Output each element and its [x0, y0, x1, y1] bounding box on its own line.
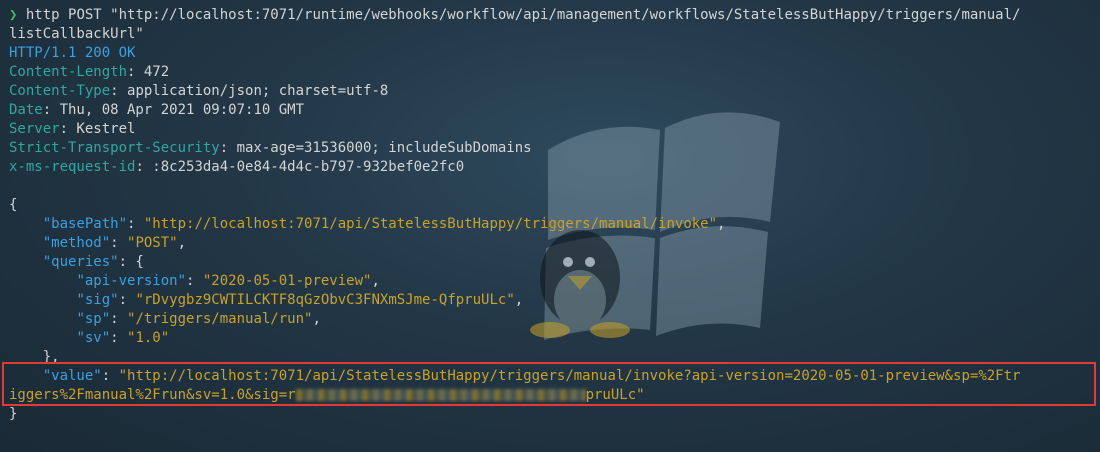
- status-line: HTTP/1.1 200 OK: [9, 44, 135, 63]
- command-line: ❯ http POST "http://localhost:7071/runti…: [9, 6, 1020, 25]
- json-value-api-version: "2020-05-01-preview": [202, 273, 372, 289]
- header-line: x-ms-request-id: :8c253da4-0e84-4d4c-b79…: [9, 158, 464, 177]
- header-value: : 472: [127, 64, 170, 80]
- json-value-sp: "/triggers/manual/run": [127, 311, 313, 327]
- command-text-continued: listCallbackUrl": [9, 26, 144, 42]
- header-line: Content-Length: 472: [9, 63, 169, 82]
- header-name: Date: [9, 102, 43, 118]
- status-code: /1.1 200 OK: [42, 45, 136, 61]
- json-line-sp: "sp": "/triggers/manual/run",: [76, 311, 321, 327]
- header-value: : :8c253da4-0e84-4d4c-b797-932bef0e2fc0: [135, 159, 465, 175]
- json-key-sp: "sp": [76, 311, 111, 327]
- json-line-queries: "queries": {: [42, 254, 144, 270]
- command-text: http POST "http://localhost:7071/runtime…: [17, 7, 1021, 23]
- json-key-basePath: "basePath": [42, 216, 128, 232]
- json-close-brace: }: [9, 405, 17, 424]
- json-key-api-version: "api-version": [76, 273, 187, 289]
- json-value-sig: "rDvygbz9CWTILCKTF8qGzObvC3FNXmSJme-Qfpr…: [135, 292, 515, 308]
- header-name: Content-Length: [9, 64, 128, 80]
- json-line-api-version: "api-version": "2020-05-01-preview",: [76, 273, 380, 289]
- json-open-brace: {: [9, 196, 17, 215]
- header-value: : Kestrel: [59, 121, 136, 137]
- json-key-sv: "sv": [76, 330, 111, 346]
- json-key-method: "method": [42, 235, 111, 251]
- json-value-method: "POST": [127, 235, 178, 251]
- highlight-box: [2, 362, 1096, 406]
- json-close-brace-text: }: [9, 406, 18, 422]
- json-line-basePath: "basePath": "http://localhost:7071/api/S…: [42, 216, 726, 232]
- header-value: : application/json; charset=utf-8: [110, 83, 389, 99]
- json-line-sig: "sig": "rDvygbz9CWTILCKTF8qGzObvC3FNXmSJ…: [76, 292, 524, 308]
- json-value-basePath: "http://localhost:7071/api/StatelessButH…: [143, 216, 718, 232]
- header-name: Strict-Transport-Security: [9, 140, 220, 156]
- json-line-method: "method": "POST",: [42, 235, 187, 251]
- command-line-continued: listCallbackUrl": [9, 25, 144, 44]
- json-value-sv: "1.0": [127, 330, 170, 346]
- header-name: Content-Type: [9, 83, 111, 99]
- header-line: Server: Kestrel: [9, 120, 135, 139]
- header-line: Date: Thu, 08 Apr 2021 09:07:10 GMT: [9, 101, 304, 120]
- header-name: Server: [9, 121, 60, 137]
- json-key-sig: "sig": [76, 292, 119, 308]
- header-value: : Thu, 08 Apr 2021 09:07:10 GMT: [42, 102, 305, 118]
- header-line: Strict-Transport-Security: max-age=31536…: [9, 139, 532, 158]
- status-protocol: HTTP: [9, 45, 43, 61]
- header-line: Content-Type: application/json; charset=…: [9, 82, 388, 101]
- json-line-sv: "sv": "1.0": [76, 330, 170, 346]
- header-value: : max-age=31536000; includeSubDomains: [219, 140, 532, 156]
- json-open-brace-text: {: [9, 197, 18, 213]
- json-key-queries: "queries": [42, 254, 119, 270]
- header-name: x-ms-request-id: [9, 159, 136, 175]
